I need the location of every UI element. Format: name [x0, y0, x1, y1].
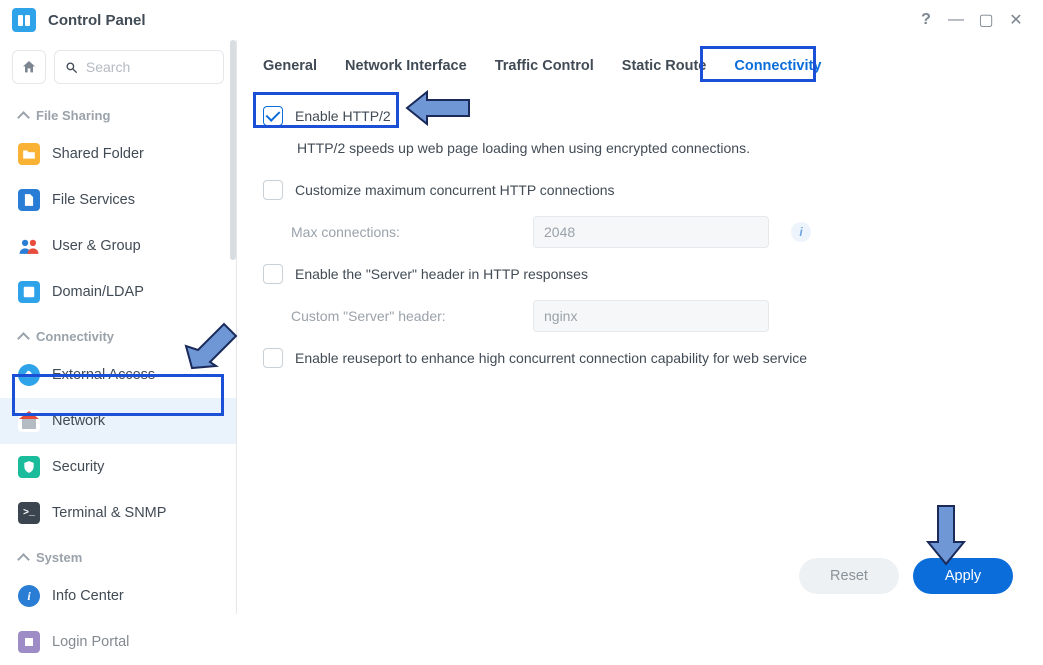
- tab-static-route[interactable]: Static Route: [622, 58, 707, 74]
- label-server-header: Enable the "Server" header in HTTP respo…: [295, 266, 588, 282]
- sidebar-item-label: Network: [52, 413, 105, 429]
- link-icon: [18, 364, 40, 386]
- row-customize-max[interactable]: Customize maximum concurrent HTTP connec…: [263, 172, 1017, 208]
- checkbox-customize-max[interactable]: [263, 180, 283, 200]
- sidebar-item-label: Domain/LDAP: [52, 284, 144, 300]
- label-max-connections: Max connections:: [291, 224, 521, 240]
- sidebar-item-label: User & Group: [52, 238, 141, 254]
- minimize-icon[interactable]: —: [941, 11, 971, 29]
- sidebar-item-network[interactable]: Network: [0, 398, 236, 444]
- chevron-up-icon: [18, 553, 28, 563]
- sidebar-item-label: Security: [52, 459, 104, 475]
- group-label: Connectivity: [36, 329, 114, 344]
- tab-connectivity[interactable]: Connectivity: [734, 58, 821, 74]
- label-enable-http2: Enable HTTP/2: [295, 108, 391, 124]
- sidebar-item-file-services[interactable]: File Services: [0, 177, 236, 223]
- group-label: System: [36, 550, 82, 565]
- sidebar-item-terminal-snmp[interactable]: >_ Terminal & SNMP: [0, 490, 236, 536]
- close-icon[interactable]: ✕: [1001, 10, 1031, 30]
- search-icon: [65, 60, 78, 75]
- label-reuseport: Enable reuseport to enhance high concurr…: [295, 350, 807, 366]
- sidebar-item-label: Login Portal: [52, 634, 129, 650]
- titlebar: Control Panel ? — ▢ ✕: [0, 0, 1043, 40]
- chevron-up-icon: [18, 332, 28, 342]
- chevron-up-icon: [18, 111, 28, 121]
- checkbox-server-header[interactable]: [263, 264, 283, 284]
- sidebar-item-label: Info Center: [52, 588, 124, 604]
- maximize-icon[interactable]: ▢: [971, 10, 1001, 30]
- sidebar-item-shared-folder[interactable]: Shared Folder: [0, 131, 236, 177]
- group-file-sharing[interactable]: File Sharing: [0, 94, 236, 131]
- login-icon: [18, 631, 40, 653]
- tab-network-interface[interactable]: Network Interface: [345, 58, 467, 74]
- domain-icon: [18, 281, 40, 303]
- info-icon: i: [18, 585, 40, 607]
- row-enable-http2[interactable]: Enable HTTP/2: [263, 98, 1017, 134]
- sidebar-item-external-access[interactable]: External Access: [0, 352, 236, 398]
- http2-description: HTTP/2 speeds up web page loading when u…: [297, 140, 1017, 156]
- tabs: General Network Interface Traffic Contro…: [237, 40, 1043, 88]
- home-button[interactable]: [12, 50, 46, 84]
- sidebar-item-login-portal[interactable]: Login Portal: [0, 619, 236, 665]
- sidebar-item-user-group[interactable]: User & Group: [0, 223, 236, 269]
- row-enable-reuseport[interactable]: Enable reuseport to enhance high concurr…: [263, 340, 1017, 376]
- folder-icon: [18, 143, 40, 165]
- app-icon: [12, 8, 36, 32]
- sidebar-item-info-center[interactable]: i Info Center: [0, 573, 236, 619]
- help-icon[interactable]: ?: [911, 11, 941, 29]
- row-enable-server-header[interactable]: Enable the "Server" header in HTTP respo…: [263, 256, 1017, 292]
- shield-icon: [18, 456, 40, 478]
- group-connectivity[interactable]: Connectivity: [0, 315, 236, 352]
- users-icon: [18, 235, 40, 257]
- window-title: Control Panel: [48, 12, 146, 29]
- label-customize-max: Customize maximum concurrent HTTP connec…: [295, 182, 615, 198]
- sidebar-item-label: File Services: [52, 192, 135, 208]
- search-input[interactable]: [86, 59, 213, 75]
- search-box[interactable]: [54, 50, 224, 84]
- label-custom-server: Custom "Server" header:: [291, 308, 521, 324]
- sidebar-item-domain-ldap[interactable]: Domain/LDAP: [0, 269, 236, 315]
- sidebar-item-label: Shared Folder: [52, 146, 144, 162]
- checkbox-reuseport[interactable]: [263, 348, 283, 368]
- reset-button[interactable]: Reset: [799, 558, 899, 594]
- home-icon: [21, 59, 37, 75]
- sidebar-item-label: External Access: [52, 367, 155, 383]
- content: General Network Interface Traffic Contro…: [237, 40, 1043, 614]
- checkbox-enable-http2[interactable]: [263, 106, 283, 126]
- group-label: File Sharing: [36, 108, 110, 123]
- apply-button[interactable]: Apply: [913, 558, 1013, 594]
- input-max-connections: [533, 216, 769, 248]
- terminal-icon: >_: [18, 502, 40, 524]
- file-icon: [18, 189, 40, 211]
- tab-traffic-control[interactable]: Traffic Control: [495, 58, 594, 74]
- input-custom-server: [533, 300, 769, 332]
- info-icon[interactable]: i: [791, 222, 811, 242]
- group-system[interactable]: System: [0, 536, 236, 573]
- sidebar-item-label: Terminal & SNMP: [52, 505, 166, 521]
- sidebar: File Sharing Shared Folder File Services…: [0, 40, 237, 614]
- sidebar-item-security[interactable]: Security: [0, 444, 236, 490]
- tab-general[interactable]: General: [263, 58, 317, 74]
- network-icon: [18, 410, 40, 432]
